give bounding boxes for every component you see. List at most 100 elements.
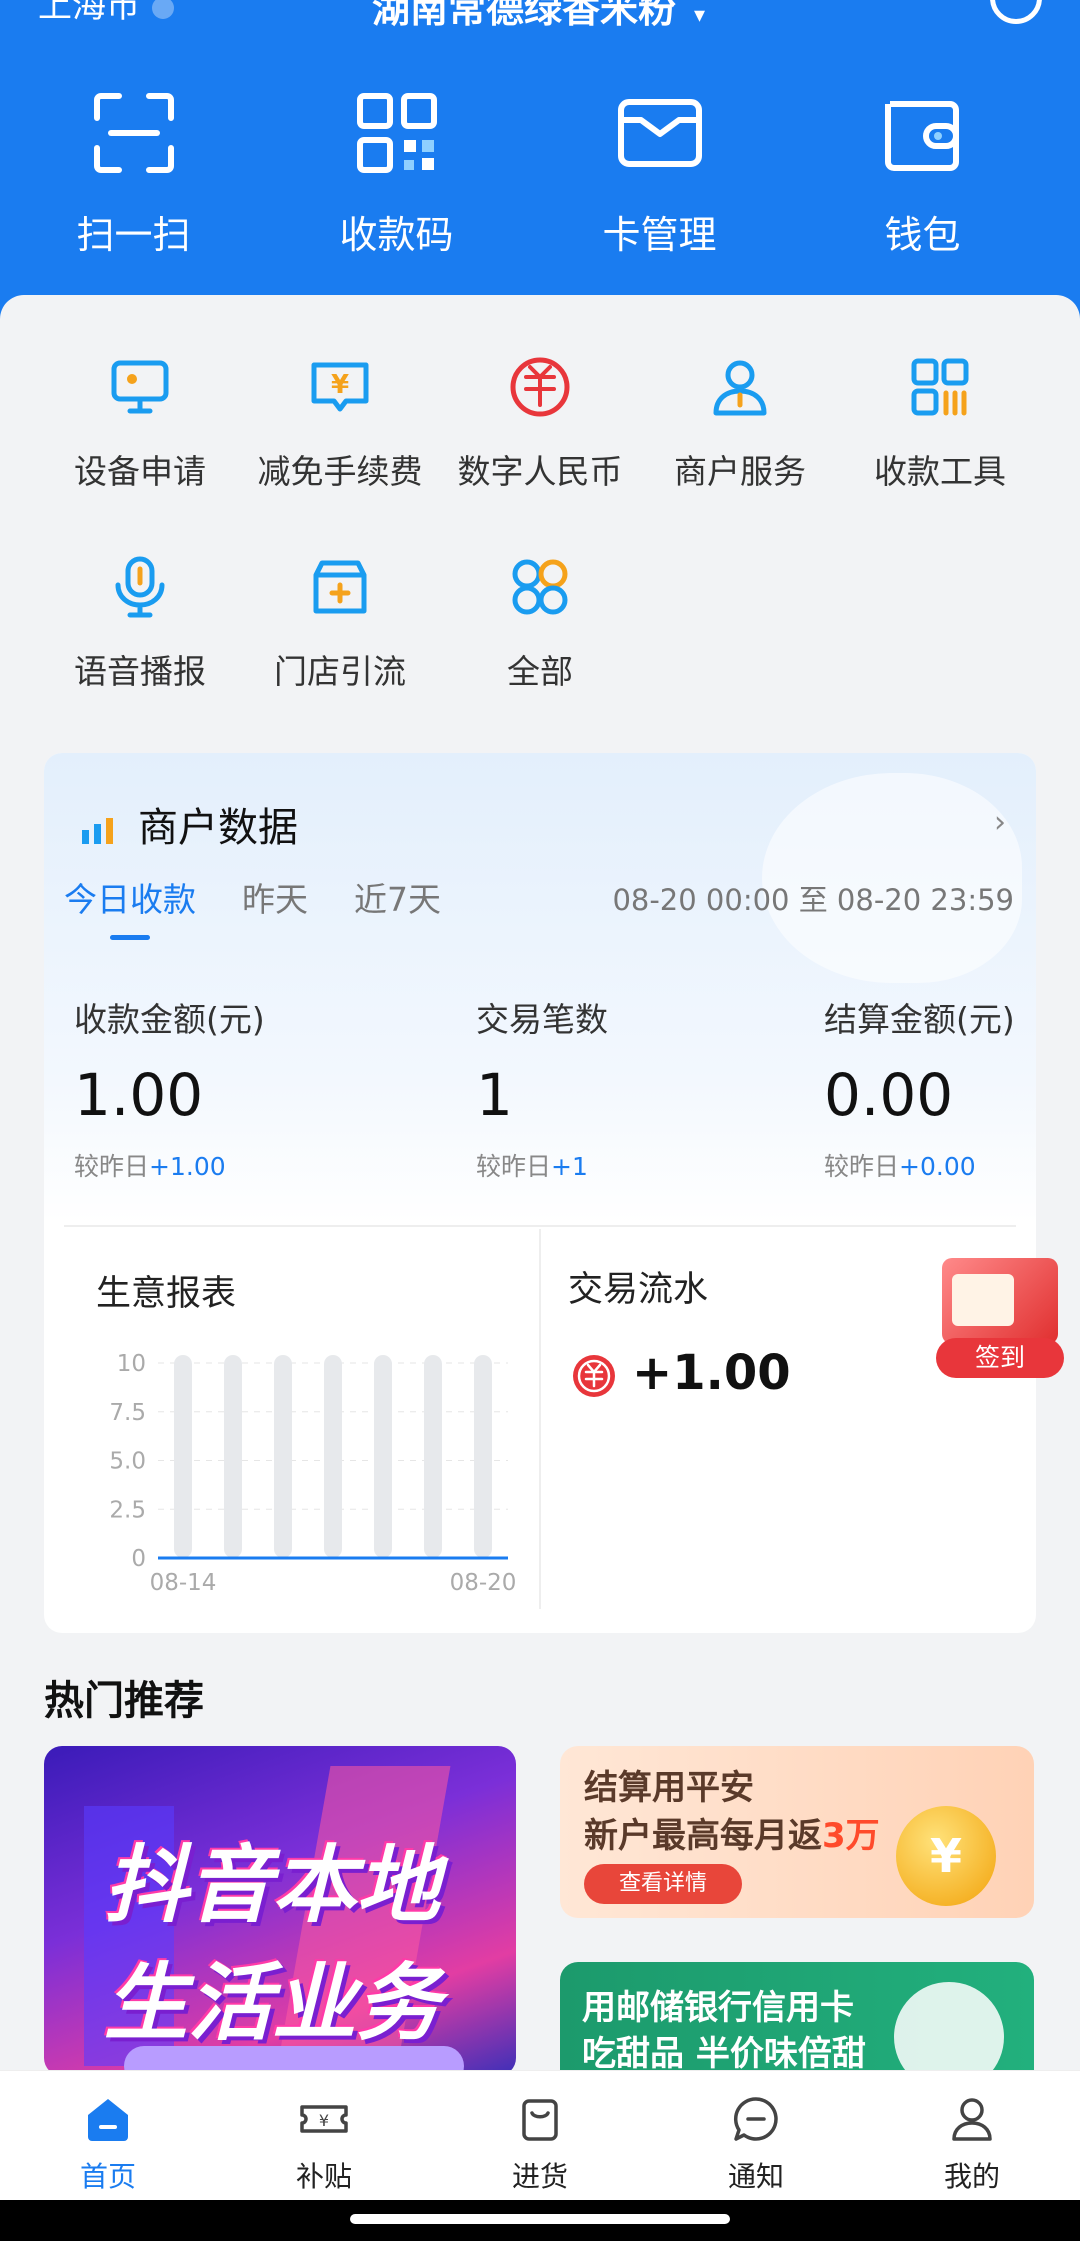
home-indicator[interactable] [350, 2214, 730, 2224]
tab-last-7-days[interactable]: 近7天 [354, 873, 441, 921]
chart-bar-track [274, 1355, 292, 1558]
stat-compare-prefix: 较昨日 [74, 1152, 150, 1181]
stat-compare: 较昨日+1 [476, 1147, 608, 1183]
service-label: 全部 [507, 652, 573, 691]
stat-compare-value: +1.00 [149, 1152, 226, 1181]
stat-value: 1.00 [74, 1061, 204, 1129]
chart-x-tick-label: 08-20 [450, 1570, 517, 1596]
chart-bar-track [174, 1355, 192, 1558]
banner-line: 用邮储银行信用卡 [582, 1988, 854, 2028]
nav-label: 进货 [511, 2160, 568, 2193]
merchant-data-header[interactable]: 商户数据 [80, 795, 298, 853]
service-voice-broadcast[interactable]: 语音播报 [40, 555, 240, 693]
shop-selector[interactable]: 湖南常德绿香米粉 ▾ [372, 0, 705, 33]
quick-action-wallet[interactable]: 钱包 [791, 90, 1054, 259]
transaction-flow-title[interactable]: 交易流水 [568, 1261, 708, 1312]
quick-action-label: 钱包 [884, 213, 961, 257]
quick-action-card[interactable]: 卡管理 [528, 90, 791, 259]
service-collection-tool[interactable]: 收款工具 [840, 355, 1040, 493]
service-all[interactable]: 全部 [440, 555, 640, 693]
svg-text:¥: ¥ [319, 2111, 329, 2130]
nav-profile[interactable]: 我的 [864, 2071, 1080, 2200]
city-dropdown-icon [152, 0, 174, 19]
chart-y-tick-label: 5.0 [109, 1449, 146, 1475]
business-report-chart[interactable]: 10 7.5 5.0 2.5 008-14 08-20 [88, 1333, 528, 1613]
quick-actions: 扫一扫 收款码 卡管理 钱包 [0, 90, 1080, 259]
banner-highlight: 3万 [822, 1816, 880, 1856]
city-selector[interactable]: 上海市 [38, 0, 174, 27]
chevron-right-icon[interactable]: › [994, 805, 1006, 840]
transaction-flow-amount: +1.00 [572, 1345, 791, 1401]
nav-home[interactable]: 首页 [0, 2071, 216, 2200]
banner-douyin-local-life[interactable]: 抖音本地 生活业务 [44, 1746, 516, 2076]
quick-action-label: 卡管理 [602, 213, 717, 257]
header: 上海市 湖南常德绿香米粉 ▾ 扫一扫 收款码 卡管理 钱包 [0, 0, 1080, 320]
stat-transaction-count: 交易笔数 1 较昨日+1 [476, 993, 608, 1183]
service-fee-discount[interactable]: ¥ 减免手续费 [240, 355, 440, 493]
store-traffic-icon [313, 560, 367, 614]
qr-code-icon [356, 93, 437, 173]
bar-chart-icon [82, 818, 113, 844]
bottom-nav: 首页 ¥ 补贴 进货 通知 我的 [0, 2070, 1080, 2200]
stat-compare-prefix: 较昨日 [476, 1152, 552, 1181]
quick-action-qr[interactable]: 收款码 [265, 90, 528, 259]
chart-bar-track [424, 1355, 442, 1558]
wallet-icon [884, 101, 959, 171]
home-icon [88, 2099, 128, 2141]
fee-discount-icon: ¥ [311, 362, 369, 412]
quick-action-scan[interactable]: 扫一扫 [2, 90, 265, 259]
merchant-data-card: 商户数据 › 今日收款 昨天 近7天 08-20 00:00 至 08-20 2… [44, 753, 1036, 1633]
stat-label: 交易笔数 [476, 1000, 608, 1039]
help-icon[interactable] [990, 0, 1042, 24]
service-label: 数字人民币 [457, 452, 623, 491]
nav-label: 补贴 [295, 2160, 352, 2193]
device-icon [111, 360, 169, 414]
service-digital-rmb[interactable]: 数字人民币 [440, 355, 640, 493]
stat-compare-value: +1 [551, 1152, 588, 1181]
chart-x-tick-label: 08-14 [150, 1570, 217, 1596]
service-label: 门店引流 [274, 652, 406, 691]
chart-bar-track [324, 1355, 342, 1558]
chart-bar-track [474, 1355, 492, 1558]
nav-label: 我的 [943, 2160, 1000, 2193]
banner-pingan-settlement[interactable]: 结算用平安 新户最高每月返3万 查看详情 ¥ [560, 1746, 1034, 1918]
stat-settlement-amount: 结算金额(元) 0.00 较昨日+0.00 [824, 993, 1015, 1183]
service-store-traffic[interactable]: 门店引流 [240, 555, 440, 693]
view-details-button[interactable]: 查看详情 [584, 1864, 742, 1904]
service-merchant[interactable]: 商户服务 [640, 355, 840, 493]
service-device-apply[interactable]: 设备申请 [40, 355, 240, 493]
chart-y-tick-label: 2.5 [109, 1497, 146, 1523]
stat-compare-value: +0.00 [899, 1152, 976, 1181]
nav-notifications[interactable]: 通知 [648, 2071, 864, 2200]
nav-purchase[interactable]: 进货 [432, 2071, 648, 2200]
service-label: 减免手续费 [257, 452, 423, 491]
chart-y-tick-label: 7.5 [109, 1400, 146, 1426]
nav-label: 通知 [727, 2160, 784, 2193]
scan-icon [93, 93, 174, 173]
stat-value: 0.00 [824, 1061, 954, 1129]
svg-text:¥: ¥ [331, 370, 349, 400]
banner-postal-bank-card[interactable]: 用邮储银行信用卡 吃甜品 半价味倍甜 [560, 1962, 1034, 2082]
gift-card-icon [942, 1258, 1058, 1344]
dessert-cup-icon [894, 1982, 1004, 2082]
business-report-title[interactable]: 生意报表 [96, 1265, 236, 1316]
digital-rmb-icon [510, 357, 570, 417]
check-in-badge[interactable]: 签到 [930, 1258, 1066, 1388]
city-label: 上海市 [38, 0, 140, 26]
check-in-button[interactable]: 签到 [936, 1338, 1064, 1378]
banner-line: 结算用平安 [584, 1768, 754, 1808]
service-label: 收款工具 [874, 452, 1006, 491]
date-range: 08-20 00:00 至 08-20 23:59 [612, 883, 1014, 917]
date-tabs: 今日收款 昨天 近7天 [64, 873, 487, 940]
purchase-bag-icon [522, 2099, 558, 2141]
stat-compare: 较昨日+0.00 [824, 1147, 1015, 1183]
service-label: 设备申请 [74, 452, 206, 491]
quick-action-label: 扫一扫 [76, 213, 191, 257]
stat-label: 收款金额(元) [74, 1000, 265, 1039]
microphone-icon [115, 556, 165, 618]
tab-yesterday[interactable]: 昨天 [242, 873, 308, 921]
tab-today[interactable]: 今日收款 [64, 873, 196, 940]
stat-compare-prefix: 较昨日 [824, 1152, 900, 1181]
nav-subsidy[interactable]: ¥ 补贴 [216, 2071, 432, 2200]
divider [64, 1225, 1016, 1227]
